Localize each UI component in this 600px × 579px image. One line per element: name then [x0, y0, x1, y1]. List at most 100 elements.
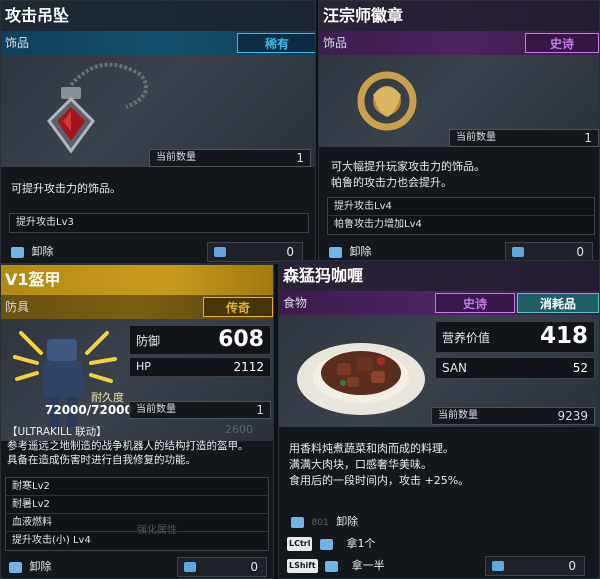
count-label: 当前数量 — [136, 404, 176, 415]
description-line: 满满大肉块，口感奢华美味。 — [289, 458, 432, 471]
item-image-area: 营养价值 418 SAN 52 当前数量 9239 — [279, 315, 599, 427]
badge-item-icon — [357, 71, 417, 131]
stat-label: HP — [136, 360, 151, 373]
bag-quantity: 0 — [576, 245, 584, 259]
effect-item: 提升攻击Lv3 — [16, 217, 74, 228]
stat-defense: 防御 608 — [129, 325, 271, 355]
rarity-badge: 稀有 — [237, 33, 315, 53]
stat-label: 防御 — [136, 334, 161, 348]
count-value: 1 — [256, 403, 264, 417]
curry-item-icon — [297, 343, 425, 415]
lctrl-key: LCtrl — [287, 537, 313, 551]
backpack-icon — [492, 561, 504, 571]
take-one-action[interactable]: LCtrl 拿1个 — [287, 533, 375, 555]
unequip-icon — [329, 246, 342, 258]
rarity-badge: 传奇 — [203, 297, 273, 317]
bag-quantity: 0 — [568, 559, 576, 573]
item-card-badge: 汪宗师徽章 饰品 史诗 当前数量 1 可大幅提升玩家攻击力的饰品。 帕鲁的攻击力… — [318, 0, 600, 264]
item-category-bar: 饰品 史诗 — [319, 31, 599, 55]
rarity-badge: 史诗 — [435, 293, 515, 313]
current-count-bar: 当前数量 1 — [449, 129, 599, 147]
item-category: 饰品 — [5, 36, 30, 50]
item-card-curry: 森猛犸咖喱 食物 史诗 消耗品 营养价值 418 SAN 52 当前数量 923… — [278, 260, 600, 579]
bag-quantity: 0 — [250, 560, 258, 574]
item-image-area: 当前数量 1 — [319, 55, 599, 147]
count-label: 当前数量 — [156, 152, 196, 163]
item-category: 食物 — [283, 296, 308, 310]
description-line: 可大幅提升玩家攻击力的饰品。 — [331, 160, 485, 173]
description-line: 【ULTRAKILL 联动】 — [7, 426, 107, 438]
description-line: 参考遥远之地制造的战争机器人的结构打造的盔甲。 — [7, 440, 249, 452]
ghost-text: 强化属性 — [137, 525, 177, 536]
ghost-text: 801 — [311, 518, 329, 528]
take-one-label: 拿1个 — [346, 537, 376, 550]
discard-action[interactable]: 801 卸除 — [291, 511, 358, 533]
durability-value: 72000/72000 — [45, 403, 133, 417]
item-description: 可大幅提升玩家攻击力的饰品。 帕鲁的攻击力也会提升。 — [331, 159, 485, 191]
effect-item: 耐暑Lv2 — [6, 496, 268, 514]
item-title: 森猛犸咖喱 — [279, 261, 599, 291]
item-description: 可提升攻击力的饰品。 — [11, 182, 121, 195]
discard-action[interactable]: 卸除 — [9, 556, 52, 578]
effects-list: 提升攻击Lv4 帕鲁攻击力增加Lv4 — [327, 197, 595, 235]
current-count-bar: 当前数量 1 — [129, 401, 271, 419]
count-value: 1 — [584, 131, 592, 145]
count-label: 当前数量 — [456, 132, 496, 143]
stat-hp: HP 2112 — [129, 357, 271, 377]
bag-quantity-box[interactable]: 0 — [177, 557, 267, 577]
item-image-area: 防御 608 HP 2112 耐久度 72000/72000 当前数量 1 26… — [1, 319, 273, 441]
discard-label: 卸除 — [29, 560, 52, 573]
effect-item: 帕鲁攻击力增加Lv4 — [334, 219, 422, 230]
item-category-bar: 食物 史诗 消耗品 — [279, 291, 599, 315]
take-half-label: 拿一半 — [351, 559, 385, 572]
description-line: 帕鲁的攻击力也会提升。 — [331, 176, 452, 189]
backpack-icon — [214, 247, 226, 257]
item-description: 【ULTRAKILL 联动】 参考遥远之地制造的战争机器人的结构打造的盔甲。 具… — [7, 425, 249, 467]
item-card-armor: V1盔甲 防具 传奇 防御 608 HP 2112 耐久度 72000/7200… — [0, 264, 274, 579]
stat-nutrition: 营养价值 418 — [435, 321, 595, 353]
stat-value: 418 — [539, 323, 588, 349]
stat-value: 608 — [218, 327, 264, 352]
item-description: 用香料炖煮蔬菜和肉而成的料理。 满满大肉块，口感奢华美味。 食用后的一段时间内，… — [289, 441, 469, 489]
item-title: V1盔甲 — [1, 265, 273, 295]
description-line: 用香料炖煮蔬菜和肉而成的料理。 — [289, 442, 454, 455]
backpack-icon — [512, 247, 524, 257]
count-value: 9239 — [557, 409, 588, 423]
stat-value: 52 — [572, 361, 588, 375]
item-category-bar: 饰品 稀有 — [1, 31, 315, 55]
item-image-area: 当前数量 1 — [1, 55, 315, 167]
description-line: 具备在造成伤害时进行自我修复的功能。 — [7, 454, 196, 466]
count-label: 当前数量 — [438, 410, 478, 421]
unequip-icon — [291, 516, 304, 528]
stat-value: 2112 — [233, 360, 264, 374]
stat-label: 营养价值 — [442, 331, 491, 345]
bag-quantity: 0 — [286, 245, 294, 259]
backpack-icon — [184, 562, 196, 572]
bag-icon — [319, 538, 333, 550]
effects-list: 提升攻击Lv3 — [9, 213, 309, 233]
take-half-action[interactable]: LShift 拿一半 — [287, 555, 385, 577]
stat-san: SAN 52 — [435, 357, 595, 379]
item-category: 防具 — [5, 300, 30, 314]
effect-item: 耐寒Lv2 — [6, 478, 268, 496]
discard-action[interactable]: 卸除 — [11, 241, 54, 263]
item-category-bar: 防具 传奇 — [1, 295, 273, 319]
bag-quantity-box[interactable]: 0 — [505, 242, 593, 262]
current-count-bar: 当前数量 1 — [149, 149, 311, 167]
bag-icon — [325, 560, 339, 572]
item-card-pendant: 攻击吊坠 饰品 稀有 当前数量 1 可提升攻击力的饰品。 提升攻击Lv3 卸除 … — [0, 0, 316, 264]
current-count-bar: 当前数量 9239 — [431, 407, 595, 425]
item-title: 汪宗师徽章 — [319, 1, 599, 31]
unequip-icon — [11, 246, 24, 258]
discard-label: 卸除 — [349, 245, 372, 258]
stat-label: SAN — [442, 361, 468, 375]
bag-quantity-box[interactable]: 0 — [207, 242, 303, 262]
item-title: 攻击吊坠 — [1, 1, 315, 31]
discard-label: 卸除 — [31, 245, 54, 258]
item-category: 饰品 — [323, 36, 348, 50]
type-badge: 消耗品 — [517, 293, 599, 313]
effect-item: 提升攻击Lv4 — [328, 198, 594, 216]
unequip-icon — [9, 561, 22, 573]
lshift-key: LShift — [287, 559, 318, 573]
bag-quantity-box[interactable]: 0 — [485, 556, 585, 576]
